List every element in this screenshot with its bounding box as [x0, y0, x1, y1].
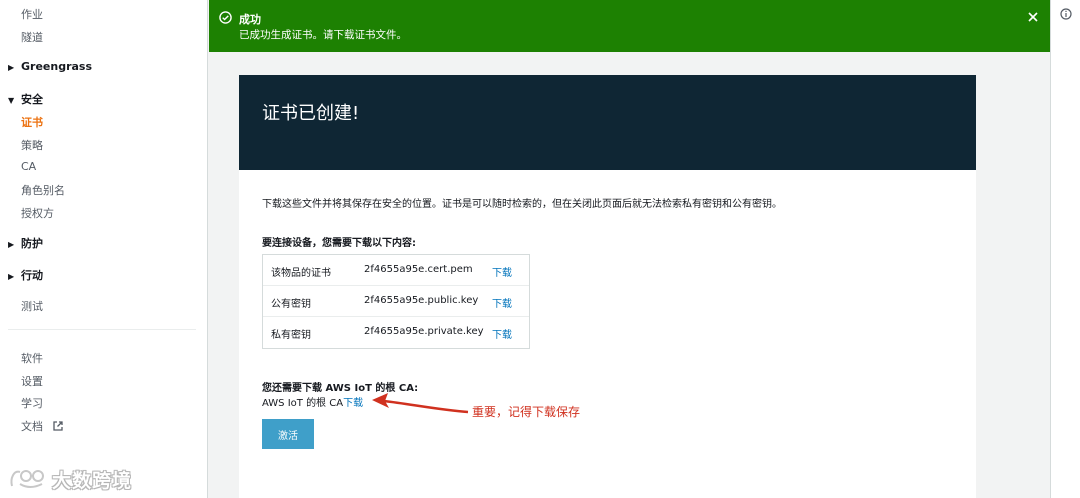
sidebar-group-label: 安全	[21, 93, 43, 106]
sidebar-item-learn[interactable]: 学习	[21, 395, 43, 411]
success-flashbar: 成功 已成功生成证书。请下载证书文件。	[209, 0, 1050, 52]
sidebar-group-defend[interactable]: ▶ 防护	[8, 235, 43, 251]
sidebar-item-jobs[interactable]: 作业	[21, 6, 43, 22]
file-type-label: 公有密钥	[271, 299, 311, 310]
external-link-icon	[52, 421, 63, 431]
annotation-note: 重要，记得下载保存	[472, 405, 581, 419]
sidebar-divider	[8, 329, 196, 330]
caret-right-icon: ▶	[8, 63, 15, 72]
watermark-text: 大数跨境	[52, 470, 133, 492]
download-public-key-link[interactable]: 下载	[492, 295, 512, 310]
sidebar-item-software[interactable]: 软件	[21, 350, 43, 366]
download-root-ca-link[interactable]: 下载	[343, 398, 363, 409]
caret-right-icon: ▶	[8, 240, 15, 249]
flash-message: 已成功生成证书。请下载证书文件。	[239, 29, 407, 41]
root-ca-text: AWS IoT 的根 CA	[262, 398, 344, 409]
sidebar-group-label: Greengrass	[21, 60, 93, 73]
file-name: 2f4655a95e.private.key	[364, 326, 484, 337]
sidebar-group-security[interactable]: ▼ 安全	[8, 91, 43, 107]
annotation-arrow-icon	[372, 393, 469, 414]
sidebar-item-certificates[interactable]: 证书	[21, 114, 43, 130]
panel-body: 下载这些文件并将其保存在安全的位置。证书是可以随时检索的，但在关闭此页面后就无法…	[239, 170, 976, 498]
panel-header: 证书已创建!	[239, 75, 976, 170]
activate-button[interactable]: 激活	[262, 419, 314, 449]
sidebar-group-label: 行动	[21, 269, 43, 282]
root-ca-line: AWS IoT 的根 CA下载	[262, 394, 363, 409]
close-icon[interactable]	[1026, 10, 1040, 24]
sidebar-item-tunnels[interactable]: 隧道	[21, 29, 43, 45]
help-panel-gutter	[1050, 0, 1080, 498]
caret-down-icon: ▼	[8, 96, 15, 105]
files-table: 该物品的证书 2f4655a95e.cert.pem 下载 公有密钥 2f465…	[262, 254, 530, 349]
success-check-icon	[219, 11, 232, 24]
sidebar-item-policies[interactable]: 策略	[21, 137, 43, 153]
file-type-label: 私有密钥	[271, 330, 311, 341]
table-row: 该物品的证书 2f4655a95e.cert.pem 下载	[263, 255, 529, 286]
table-row: 公有密钥 2f4655a95e.public.key 下载	[263, 286, 529, 317]
download-cert-link[interactable]: 下载	[492, 264, 512, 279]
watermark-logo-icon	[10, 470, 44, 488]
info-icon[interactable]	[1060, 8, 1072, 20]
sidebar-item-test[interactable]: 测试	[21, 298, 43, 314]
sidebar-item-ca[interactable]: CA	[21, 160, 36, 173]
download-private-key-link[interactable]: 下载	[492, 326, 512, 341]
file-type-label: 该物品的证书	[271, 268, 331, 279]
intro-text: 下载这些文件并将其保存在安全的位置。证书是可以随时检索的，但在关闭此页面后就无法…	[262, 199, 782, 210]
file-name: 2f4655a95e.public.key	[364, 295, 479, 306]
sidebar-item-authorizers[interactable]: 授权方	[21, 205, 54, 221]
sidebar-item-label: 文档	[21, 420, 43, 433]
sidebar-item-role-aliases[interactable]: 角色别名	[21, 182, 65, 198]
table-row: 私有密钥 2f4655a95e.private.key 下载	[263, 317, 529, 348]
files-heading: 要连接设备，您需要下载以下内容:	[262, 238, 416, 249]
sidebar-item-settings[interactable]: 设置	[21, 373, 43, 389]
page-title: 证书已创建!	[262, 103, 360, 124]
sidebar-group-label: 防护	[21, 237, 43, 250]
sidebar-group-greengrass[interactable]: ▶ Greengrass	[8, 60, 92, 73]
sidebar: 作业 隧道 ▶ Greengrass ▼ 安全 证书 策略 CA 角色别名 授权方 …	[0, 0, 208, 498]
flash-title: 成功	[239, 13, 261, 26]
sidebar-item-docs[interactable]: 文档	[21, 418, 63, 434]
caret-right-icon: ▶	[8, 272, 15, 281]
file-name: 2f4655a95e.cert.pem	[364, 264, 473, 275]
sidebar-group-act[interactable]: ▶ 行动	[8, 267, 43, 283]
